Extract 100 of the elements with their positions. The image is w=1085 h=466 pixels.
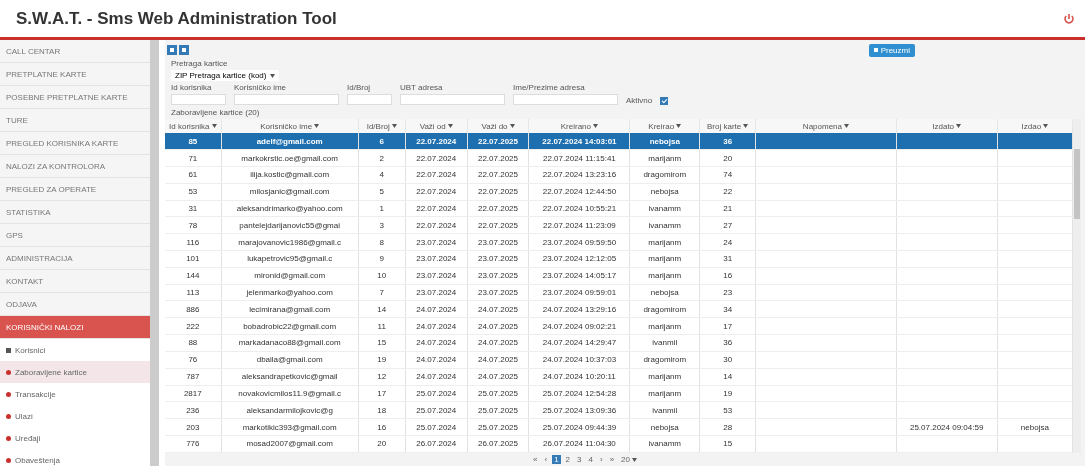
table-cell: 23.07.2024 14:05:17: [542, 271, 617, 281]
page-button[interactable]: 1: [552, 455, 561, 464]
table-cell: 22.07.2024 10:55:21: [542, 203, 617, 213]
checkbox-label: Aktivno: [626, 96, 653, 105]
table-cell: 14: [377, 304, 387, 314]
table-cell: 116: [186, 237, 200, 247]
table-cell: marijanm: [648, 388, 682, 398]
caret-icon: [956, 124, 962, 129]
filter-field[interactable]: [347, 94, 392, 105]
page-button[interactable]: 3: [575, 455, 584, 464]
table-cell: 22: [723, 187, 733, 197]
field-label: UBT adresa: [400, 83, 444, 92]
edit-button[interactable]: [179, 45, 189, 55]
sidebar-subitem[interactable]: Obaveštenja: [0, 449, 150, 466]
table-cell: 76: [188, 355, 198, 365]
table-cell: 4: [379, 170, 384, 180]
table-cell: 17: [377, 388, 387, 398]
table-cell: 7: [379, 288, 384, 298]
last-page-button[interactable]: »: [607, 455, 617, 464]
caret-icon: [391, 124, 397, 129]
table-cell: 17: [723, 321, 733, 331]
table-cell: 24.07.2025: [477, 355, 518, 365]
table-cell: mosad2007@gmail.com: [246, 439, 333, 449]
table-cell: 22.07.2024 11:15:41: [543, 153, 616, 163]
column-header[interactable]: Izdato: [932, 121, 962, 131]
table-cell: marajovanovic1986@gmail.c: [238, 237, 342, 247]
page-button[interactable]: 2: [563, 455, 573, 464]
first-page-button[interactable]: «: [531, 455, 540, 464]
table-cell: 25.07.2025: [477, 405, 518, 415]
table-cell: marijanm: [648, 153, 682, 163]
dot-icon: [6, 457, 11, 463]
table-cell: marijanm: [648, 321, 682, 331]
dot-icon: [6, 369, 11, 375]
table-cell: lecimirana@gmail.com: [249, 304, 331, 314]
table-scrollbar[interactable]: [1073, 119, 1081, 453]
table-cell: 34: [723, 304, 733, 314]
table-cell: ivanamm: [648, 203, 681, 213]
sidebar-scrollbar[interactable]: [150, 40, 159, 466]
table-cell: nebojsa: [650, 187, 679, 197]
next-page-button[interactable]: ›: [597, 455, 605, 464]
table-cell: 11: [377, 321, 386, 331]
table-cell: 25.07.2024: [416, 405, 457, 415]
table-cell: 22.07.2024: [416, 170, 457, 180]
table-cell: 12: [377, 372, 387, 382]
power-icon[interactable]: [1063, 12, 1075, 25]
table-cell: 53: [723, 405, 733, 415]
add-button[interactable]: [167, 45, 177, 55]
table-cell: pantelejdarijanovic55@gmai: [239, 220, 340, 230]
prev-page-button[interactable]: ‹: [542, 455, 550, 464]
table-cell: 24.07.2025: [477, 372, 518, 382]
export-button[interactable]: Preuzmi: [868, 43, 915, 57]
table-cell: 24.07.2025: [477, 304, 518, 314]
field-label: Ime/Prezime adresa: [513, 83, 586, 92]
table-cell: 23.07.2024: [416, 288, 457, 298]
page-button[interactable]: 4: [586, 455, 595, 464]
subitem-label: Zaboravljene kartice: [15, 367, 88, 377]
sidebar-subitem[interactable]: Ulazi: [0, 405, 150, 427]
search-dropdown[interactable]: ZIP Pretraga kartice (kod): [171, 70, 280, 81]
table-cell: milosjanic@gmail.com: [249, 187, 330, 197]
table-cell: 6: [379, 136, 384, 146]
caret-icon: [1043, 124, 1049, 129]
table-cell: 24.07.2024: [416, 321, 457, 331]
dot-icon: [6, 413, 11, 419]
table-cell: aleksandarmilojkovic@g: [246, 405, 333, 415]
table-cell: 24.07.2024: [416, 338, 457, 348]
sidebar-subitem[interactable]: Uređaji: [0, 427, 150, 449]
table-cell: 5: [379, 187, 384, 197]
table-cell: 24.07.2024: [416, 304, 457, 314]
sidebar-subitem[interactable]: Transakcije: [0, 383, 150, 405]
table-cell: ivanamm: [648, 220, 681, 230]
caret-icon: [509, 124, 515, 129]
table-cell: lukapetrovic95@gmail.c: [247, 254, 333, 264]
table-cell: 78: [188, 220, 198, 230]
table-cell: 14: [723, 372, 733, 382]
filter-field[interactable]: [234, 94, 339, 105]
caret-icon: [314, 124, 320, 129]
sidebar-subitem[interactable]: Korisnici: [0, 339, 150, 361]
filter-field[interactable]: [171, 94, 226, 105]
table-cell: 8: [379, 237, 384, 247]
table-cell: 22.07.2025: [477, 220, 518, 230]
table-cell: 23.07.2025: [477, 254, 518, 264]
table-cell: aleksandrapetkovic@gmail: [241, 372, 338, 382]
active-checkbox[interactable]: [660, 97, 669, 105]
table-cell: 26.07.2024: [416, 439, 457, 449]
table-cell: 22.07.2025: [477, 136, 518, 146]
page-size-dropdown[interactable]: 20: [619, 455, 639, 464]
table-cell: 36: [723, 136, 733, 146]
table-cell: 18: [377, 405, 387, 415]
sidebar-item[interactable]: KORISNIČKI NALOZI: [0, 316, 150, 339]
table-cell: 25.07.2024 12:54:28: [542, 388, 617, 398]
table-cell: 23.07.2024 12:12:05: [542, 254, 617, 264]
table-cell: novakovicmilos11.9@gmail.c: [238, 388, 341, 398]
caret-icon: [211, 124, 217, 129]
filter-field[interactable]: [400, 94, 505, 105]
table-cell: 23: [723, 288, 733, 298]
table-cell: 23.07.2024: [416, 271, 457, 281]
table-cell: 24.07.2024 13:29:16: [542, 304, 617, 314]
sidebar-subitem[interactable]: Zaboravljene kartice: [0, 361, 150, 383]
table-cell: 23.07.2024: [416, 254, 457, 264]
filter-field[interactable]: [513, 94, 618, 105]
